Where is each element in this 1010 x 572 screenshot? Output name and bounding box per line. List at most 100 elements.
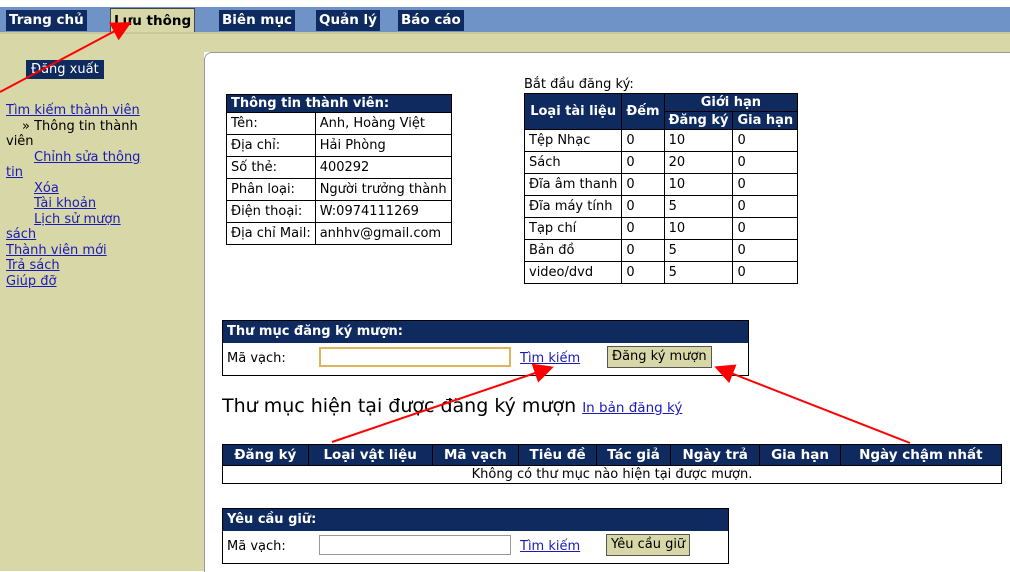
loans-table: Đăng ký Loại vật liệu Mã vạch Tiêu đề Tá…	[222, 444, 1003, 484]
sidebar-item-member-info: » Thông tin thành	[22, 118, 138, 134]
cell: 0	[732, 195, 799, 218]
field-label: Điện thoại:	[226, 200, 316, 223]
checkout-title: Thư mục đăng ký mượn:	[223, 321, 748, 343]
cell: 0	[732, 217, 799, 240]
col-type: Loại tài liệu	[523, 93, 623, 130]
limits-table: Loại tài liệu Đếm Giới hạn Đăng ký Gia h…	[523, 93, 799, 284]
field-value: anhhv@gmail.com	[314, 222, 452, 245]
col-renew: Gia hạn	[759, 444, 841, 466]
col-count: Đếm	[621, 93, 665, 130]
logout-button[interactable]: Đăng xuất	[26, 60, 104, 79]
barcode-label: Mã vạch:	[227, 351, 286, 366]
cell: 5	[663, 261, 734, 284]
field-label: Số thẻ:	[226, 156, 316, 179]
table-row: Không có thư mục nào hiện tại được mượn.	[222, 465, 1002, 484]
cell: Đĩa máy tính	[523, 195, 623, 218]
sidebar-item-member-search[interactable]: Tìm kiếm thành viên	[6, 103, 140, 118]
col-title: Tiêu đề	[518, 444, 598, 466]
sidebar-item-member-info-cont: viên	[6, 134, 34, 149]
sidebar-item-account[interactable]: Tài khoản	[34, 196, 96, 211]
col-limit: Giới hạn	[663, 93, 799, 112]
table-row: Đĩa máy tính 0 5 0	[523, 195, 799, 218]
table-row: Tệp Nhạc 0 10 0	[523, 129, 799, 152]
cell: 10	[663, 173, 734, 196]
field-label: Phân loại:	[226, 178, 316, 201]
table-row: Đĩa âm thanh 0 10 0	[523, 173, 799, 196]
cell: 0	[621, 261, 665, 284]
col-barcode: Mã vạch	[431, 444, 520, 466]
tab-management[interactable]: Quản lý	[316, 10, 380, 31]
field-label: Tên:	[226, 112, 316, 135]
checkout-search-link[interactable]: Tìm kiếm	[520, 347, 580, 371]
sidebar-item-delete[interactable]: Xóa	[34, 181, 59, 196]
current-loans-heading: Thư mục hiện tại được đăng ký mượn	[222, 395, 577, 417]
tab-circulation[interactable]: Lưu thông	[110, 8, 196, 34]
tab-home[interactable]: Trang chủ	[6, 10, 87, 31]
field-value: W:0974111269	[314, 200, 452, 223]
barcode-label: Mã vạch:	[227, 539, 286, 554]
sidebar-item-history[interactable]: Lịch sử mượn	[34, 212, 121, 227]
table-row: Địa chỉ: Hải Phòng	[226, 134, 452, 157]
cell: Đĩa âm thanh	[523, 173, 623, 196]
hold-search-link[interactable]: Tìm kiếm	[520, 535, 580, 559]
tab-cataloging[interactable]: Biên mục	[219, 10, 296, 31]
col-material-type: Loại vật liệu	[307, 444, 433, 466]
hold-panel: Yêu cầu giữ: Mã vạch: Tìm kiếm Yêu cầu g…	[222, 508, 729, 564]
begin-registration-label: Bắt đầu đăng ký:	[524, 77, 634, 92]
checkout-panel: Thư mục đăng ký mượn: Mã vạch: Tìm kiếm …	[222, 320, 749, 376]
hold-row: Mã vạch: Tìm kiếm Yêu cầu giữ	[223, 531, 728, 563]
sidebar-item-edit-info-cont[interactable]: tin	[6, 165, 23, 180]
sidebar-item-help[interactable]: Giúp đỡ	[6, 274, 57, 289]
col-author: Tác giả	[596, 444, 671, 466]
current-loans-title: Thư mục hiện tại được đăng ký mượn In bả…	[222, 395, 682, 417]
cell: 5	[663, 239, 734, 262]
table-row: Số thẻ: 400292	[226, 156, 452, 179]
cell: 0	[732, 129, 799, 152]
col-latest-date: Ngày chậm nhất	[839, 444, 1003, 466]
sidebar-item-history-cont[interactable]: sách	[6, 227, 36, 242]
cell: Tệp Nhạc	[523, 129, 623, 152]
print-link[interactable]: In bản đăng ký	[582, 400, 682, 416]
top-band	[0, 34, 1010, 52]
cell: 0	[621, 195, 665, 218]
sidebar-item-new-member[interactable]: Thành viên mới	[6, 243, 107, 258]
tab-reports[interactable]: Báo cáo	[398, 10, 464, 31]
cell: Bản đồ	[523, 239, 623, 262]
cell: 0	[621, 239, 665, 262]
field-label: Địa chỉ:	[226, 134, 316, 157]
col-checkout: Đăng ký	[222, 444, 309, 466]
cell: 0	[621, 151, 665, 174]
sidebar-item-return[interactable]: Trả sách	[6, 258, 60, 273]
sidebar-item-edit-info[interactable]: Chỉnh sửa thông	[34, 150, 140, 165]
cell: Tạp chí	[523, 217, 623, 240]
table-row: Bản đồ 0 5 0	[523, 239, 799, 262]
cell: 0	[732, 151, 799, 174]
cell: 0	[732, 261, 799, 284]
col-renew: Gia hạn	[732, 111, 799, 130]
field-value: Người trưởng thành	[314, 178, 452, 201]
table-row: Tên: Anh, Hoàng Việt	[226, 112, 452, 135]
col-register: Đăng ký	[663, 111, 734, 130]
table-row: Tạp chí 0 10 0	[523, 217, 799, 240]
hold-button[interactable]: Yêu cầu giữ	[606, 534, 691, 556]
hold-title: Yêu cầu giữ:	[223, 509, 728, 531]
table-row: Sách 0 20 0	[523, 151, 799, 174]
sidebar-menu: Tìm kiếm thành viên » Thông tin thành vi…	[6, 103, 202, 289]
cell: 10	[663, 217, 734, 240]
cell: 0	[732, 239, 799, 262]
cell: Sách	[523, 151, 623, 174]
field-value: Anh, Hoàng Việt	[314, 112, 452, 135]
checkout-barcode-input[interactable]	[319, 347, 511, 367]
table-row: Địa chỉ Mail: anhhv@gmail.com	[226, 222, 452, 245]
field-value: 400292	[314, 156, 452, 179]
member-info-title: Thông tin thành viên:	[226, 94, 452, 113]
member-info-table: Thông tin thành viên: Tên: Anh, Hoàng Việ…	[226, 94, 452, 245]
field-label: Địa chỉ Mail:	[226, 222, 316, 245]
checkout-button[interactable]: Đăng ký mượn	[607, 346, 712, 368]
cell: video/dvd	[523, 261, 623, 284]
table-row: video/dvd 0 5 0	[523, 261, 799, 284]
table-row: Phân loại: Người trưởng thành	[226, 178, 452, 201]
hold-barcode-input[interactable]	[319, 535, 511, 555]
checkout-row: Mã vạch: Tìm kiếm Đăng ký mượn	[223, 343, 748, 375]
cell: 0	[621, 173, 665, 196]
